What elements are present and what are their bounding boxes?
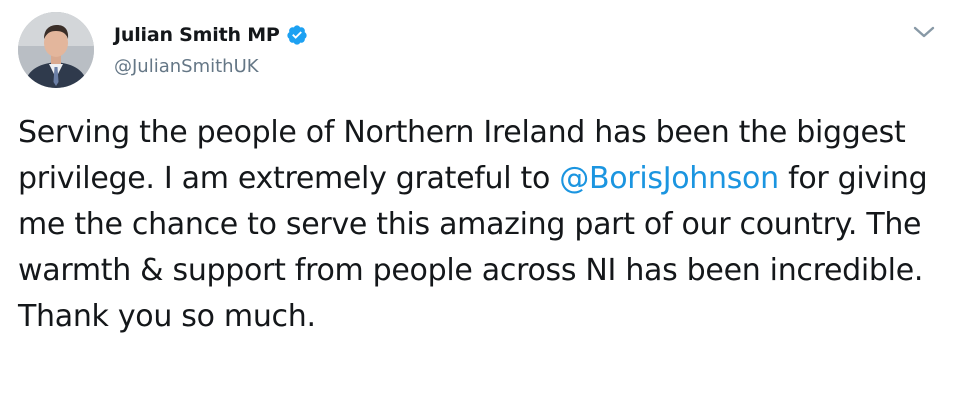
verified-badge-icon [286, 24, 308, 46]
display-name[interactable]: Julian Smith MP [114, 24, 280, 46]
profile-photo [18, 12, 94, 88]
tweet-text: Serving the people of Northern Ireland h… [18, 110, 948, 340]
user-handle[interactable]: @JulianSmithUK [114, 56, 259, 77]
author-name-row[interactable]: Julian Smith MP [114, 24, 308, 46]
mention-link[interactable]: @BorisJohnson [559, 161, 779, 196]
chevron-down-icon[interactable] [911, 22, 937, 42]
tweet-card: Julian Smith MP @JulianSmithUK Serving t… [0, 0, 962, 408]
avatar[interactable] [18, 12, 94, 88]
